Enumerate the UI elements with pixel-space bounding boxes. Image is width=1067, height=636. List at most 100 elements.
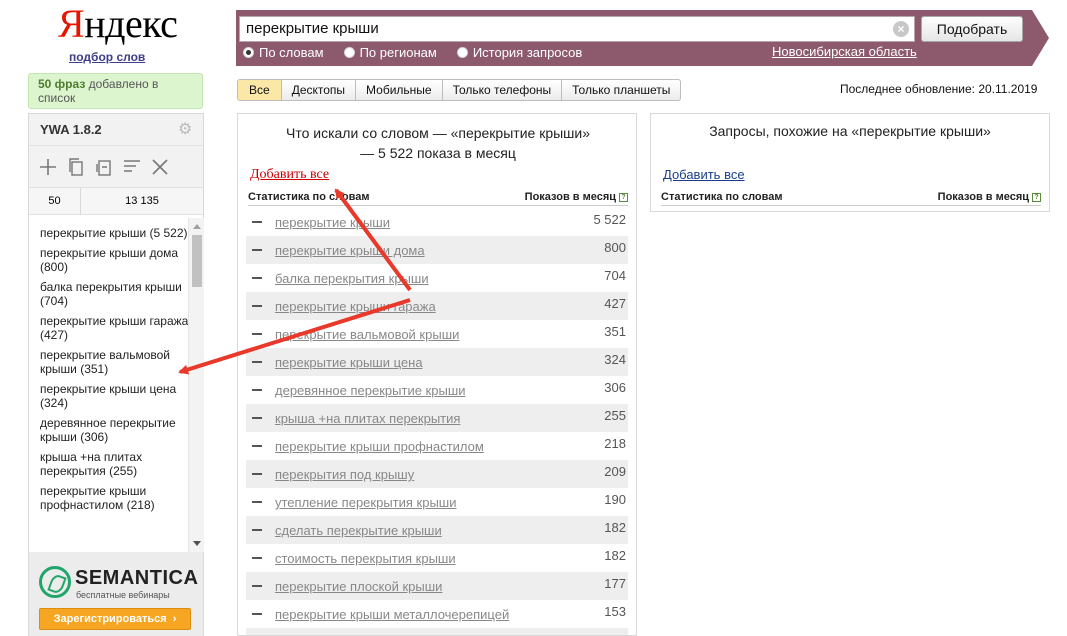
scroll-down-arrow[interactable] [193, 541, 201, 546]
radio-label: История запросов [472, 44, 583, 60]
minus-icon[interactable] [252, 445, 262, 447]
table-row: перекрытие плоской крыши 177 [246, 572, 628, 600]
radio-by-words[interactable]: По словам [243, 44, 324, 60]
help-icon[interactable]: ? [1032, 192, 1041, 202]
chevron-right-icon: › [172, 613, 177, 625]
tab-all[interactable]: Все [238, 80, 282, 100]
minus-icon[interactable] [252, 557, 262, 559]
keyword-link[interactable]: перекрытие крыши дома [275, 243, 425, 258]
register-label: Зарегистрироваться [53, 613, 167, 625]
export-icon[interactable] [94, 157, 114, 177]
tab-mobile[interactable]: Мобильные [356, 80, 443, 100]
copy-icon[interactable] [66, 157, 86, 177]
table-row: перекрытие крыши профнастилом 218 [246, 432, 628, 460]
radio-label: По словам [259, 44, 324, 60]
list-item[interactable]: крыша +на плитах перекрытия (255) [40, 450, 189, 478]
shows-count: 209 [604, 464, 626, 479]
keyword-link[interactable]: сделать перекрытие крыши [275, 523, 442, 538]
keyword-link[interactable]: перекрытия под крышу [275, 467, 414, 482]
minus-icon[interactable] [252, 501, 262, 503]
phrase-list-scrollbar[interactable] [188, 218, 204, 552]
minus-icon[interactable] [252, 613, 262, 615]
shows-count: 182 [604, 520, 626, 535]
minus-icon[interactable] [252, 529, 262, 531]
table-row: перекрытие крыши металлочерепицей 153 [246, 600, 628, 628]
similar-title: Запросы, похожие на «перекрытие крыши» [709, 123, 991, 139]
ywa-toolbar [29, 146, 203, 188]
keyword-link[interactable]: перекрытие крыши профнастилом [275, 439, 484, 454]
similar-panel: Запросы, похожие на «перекрытие крыши» Д… [650, 113, 1050, 212]
region-link[interactable]: Новосибирская область [772, 44, 917, 59]
list-item[interactable]: перекрытие крыши дома (800) [40, 246, 189, 274]
col-words-header: Статистика по словам [661, 191, 783, 203]
ywa-title: YWA 1.8.2 [40, 122, 102, 137]
minus-icon[interactable] [252, 221, 262, 223]
last-update: Последнее обновление: 20.11.2019 [840, 82, 1038, 96]
keyword-link[interactable]: перекрытие вальмовой крыши [275, 327, 459, 342]
keyword-link[interactable]: перекрытие крыши цена [275, 355, 423, 370]
keyword-link[interactable]: перекрытие крыши металлочерепицей [275, 607, 509, 622]
list-item[interactable]: перекрытие вальмовой крыши (351) [40, 348, 189, 376]
minus-icon[interactable] [252, 333, 262, 335]
col-shows-label: Показов в месяц [524, 191, 616, 203]
scroll-thumb[interactable] [192, 235, 202, 287]
phrase-list[interactable]: перекрытие крыши (5 522) перекрытие крыши… [29, 218, 189, 552]
help-icon[interactable]: ? [619, 192, 628, 202]
shows-count: 5 522 [593, 212, 626, 227]
yandex-logo[interactable]: Яндекс [58, 4, 178, 44]
minus-icon[interactable] [252, 305, 262, 307]
list-item[interactable]: деревянное перекрытие крыши (306) [40, 416, 189, 444]
register-button[interactable]: Зарегистрироваться › [39, 608, 191, 630]
col-shows-header: Показов в месяц? [525, 191, 628, 203]
pick-button[interactable]: Подобрать [921, 16, 1023, 42]
scroll-up-arrow[interactable] [193, 224, 201, 229]
tab-tablets-only[interactable]: Только планшеты [562, 80, 680, 100]
table-row: 151 [246, 628, 628, 635]
minus-icon[interactable] [252, 389, 262, 391]
sort-icon[interactable] [122, 157, 142, 177]
phrase-count: 50 [29, 188, 81, 214]
table-row: перекрытие крыши цена 324 [246, 348, 628, 376]
keyword-link[interactable]: перекрытие крыши гаража [275, 299, 436, 314]
clear-icon[interactable]: × [893, 21, 909, 37]
tab-phones-only[interactable]: Только телефоны [443, 80, 563, 100]
table-row: стоимость перекрытия крыши 182 [246, 544, 628, 572]
radio-dot [456, 46, 468, 58]
wordstat-link[interactable]: подбор слов [69, 50, 145, 64]
add-all-link[interactable]: Добавить все [250, 167, 329, 183]
similar-add-all-link[interactable]: Добавить все [663, 167, 745, 182]
list-item[interactable]: перекрытие крыши цена (324) [40, 382, 189, 410]
keyword-link[interactable]: деревянное перекрытие крыши [275, 383, 466, 398]
minus-icon[interactable] [252, 277, 262, 279]
shows-count: 800 [604, 240, 626, 255]
radio-history[interactable]: История запросов [456, 44, 583, 60]
ywa-counts: 50 13 135 [29, 188, 203, 215]
keyword-link[interactable]: балка перекрытия крыши [275, 271, 429, 286]
table-row: перекрытие крыши дома 800 [246, 236, 628, 264]
added-phrases-notice: 50 фраз добавлено в список [28, 73, 203, 109]
radio-dot [243, 46, 254, 58]
tab-desktops[interactable]: Десктопы [282, 80, 357, 100]
keyword-link[interactable]: стоимость перекрытия крыши [275, 551, 456, 566]
keyword-link[interactable]: крыша +на плитах перекрытия [275, 411, 460, 426]
radio-by-regions[interactable]: По регионам [343, 44, 437, 60]
table-row: перекрытие крыши 5 522 [246, 208, 628, 236]
keyword-link[interactable]: перекрытие плоской крыши [275, 579, 442, 594]
clear-list-icon[interactable] [150, 157, 170, 177]
shows-count: 218 [604, 436, 626, 451]
list-item[interactable]: перекрытие крыши (5 522) [40, 226, 189, 240]
list-item[interactable]: перекрытие крыши гаража (427) [40, 314, 189, 342]
add-icon[interactable] [38, 157, 58, 177]
minus-icon[interactable] [252, 249, 262, 251]
minus-icon[interactable] [252, 361, 262, 363]
keyword-link[interactable]: перекрытие крыши [275, 215, 390, 230]
shows-count: 151 [604, 632, 626, 635]
search-input[interactable]: перекрытие крыши [239, 16, 915, 42]
keyword-link[interactable]: утепление перекрытия крыши [275, 495, 457, 510]
list-item[interactable]: перекрытие крыши профнастилом (218) [40, 484, 189, 512]
minus-icon[interactable] [252, 417, 262, 419]
minus-icon[interactable] [252, 473, 262, 475]
minus-icon[interactable] [252, 585, 262, 587]
list-item[interactable]: балка перекрытия крыши (704) [40, 280, 189, 308]
gear-icon[interactable]: ⚙ [178, 122, 194, 138]
